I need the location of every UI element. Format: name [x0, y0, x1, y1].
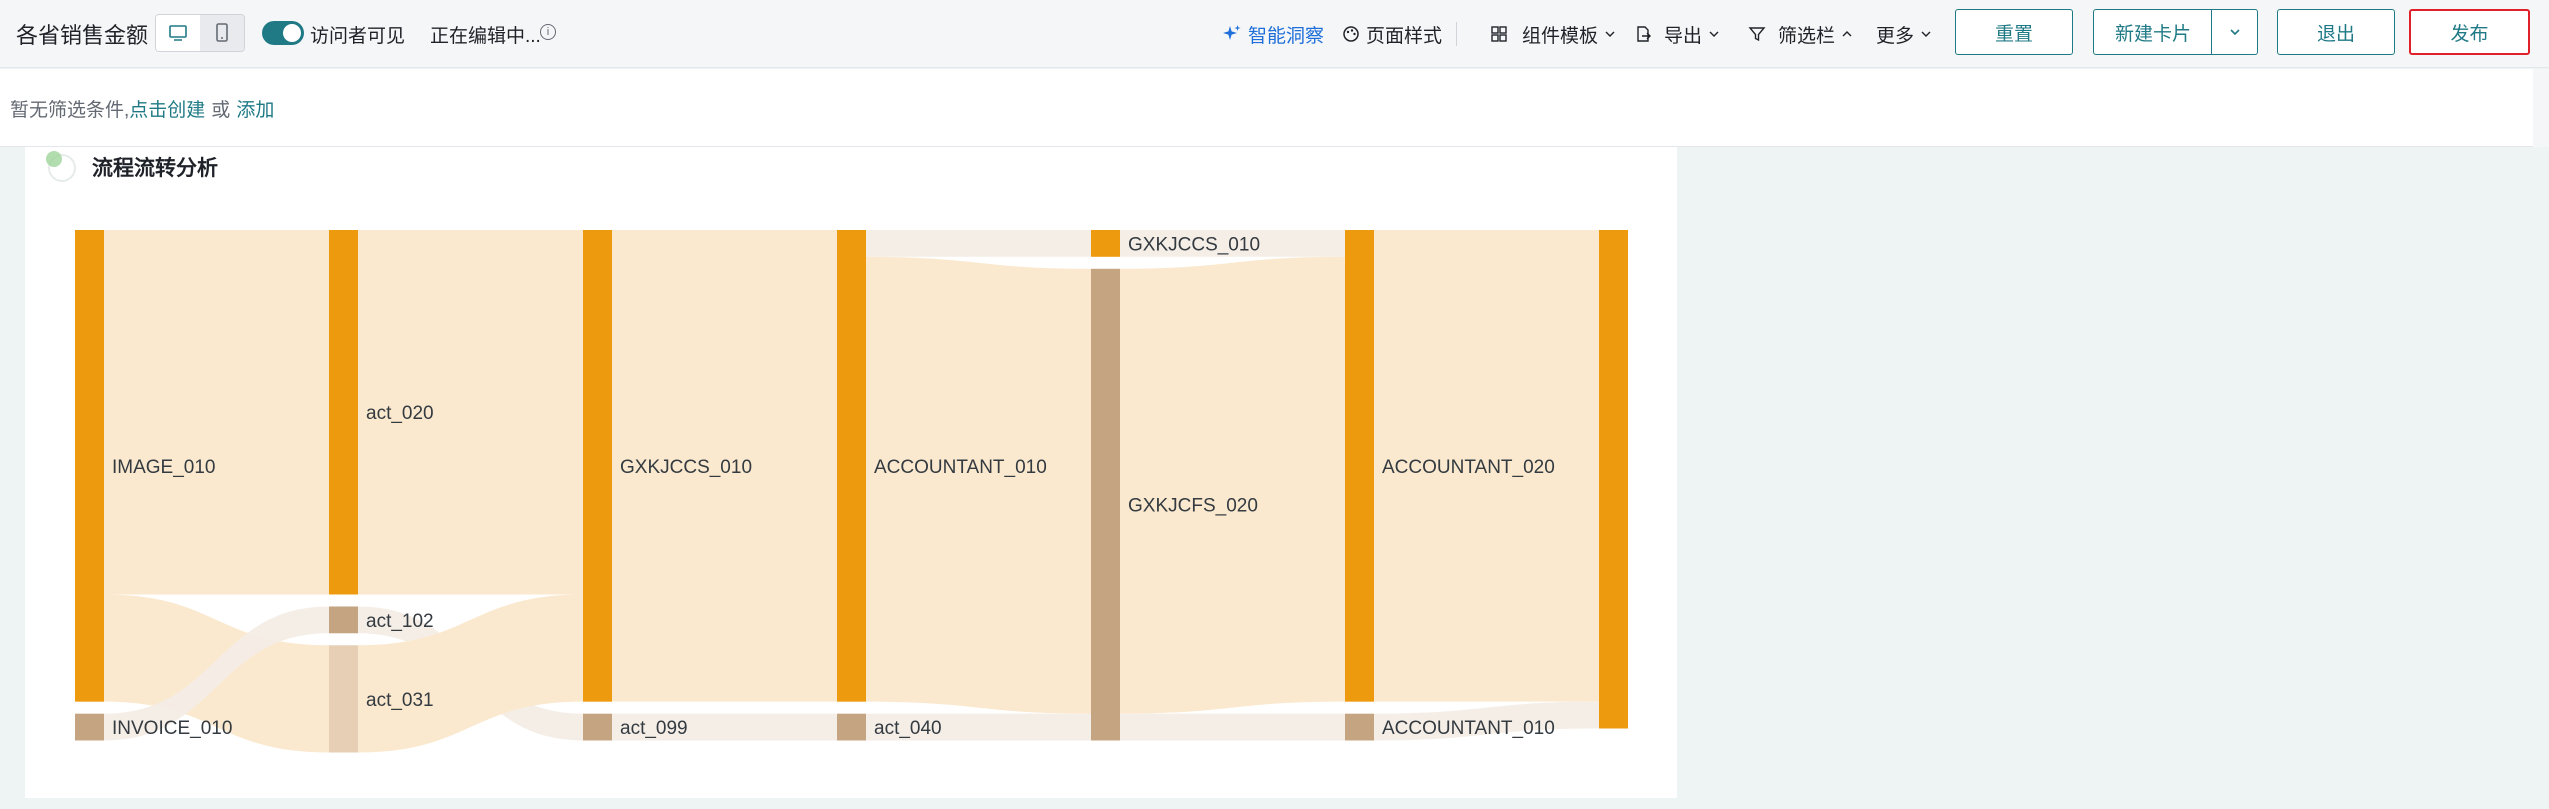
sankey-node[interactable]: [75, 230, 104, 702]
sankey-node-label: act_040: [874, 718, 942, 739]
sankey-node-label: GXKJCCS_010: [620, 457, 752, 478]
sankey-node[interactable]: [837, 713, 866, 741]
sankey-link[interactable]: [1120, 256, 1345, 714]
sankey-link[interactable]: [866, 256, 1091, 714]
sankey-node[interactable]: [837, 230, 866, 702]
sankey-chart: IMAGE_010 INVOICE_010 act_020 act_102 act_03…: [75, 230, 1628, 753]
sankey-node-label: ACCOUNTANT_010: [1382, 718, 1555, 739]
sankey-node[interactable]: [75, 713, 104, 741]
sankey-node[interactable]: [583, 713, 612, 741]
sankey-node[interactable]: [1345, 713, 1374, 741]
sankey-node-label: GXKJCCS_010: [1128, 234, 1260, 255]
sankey-node[interactable]: [1091, 268, 1120, 741]
sankey-node[interactable]: [1345, 230, 1374, 702]
sankey-node-label: ACCOUNTANT_020: [1382, 457, 1555, 478]
sankey-node-label: act_102: [366, 611, 434, 632]
sankey-node-label: INVOICE_010: [112, 718, 232, 739]
sankey-link[interactable]: [866, 230, 1091, 257]
sankey-node[interactable]: [583, 230, 612, 702]
sankey-link[interactable]: [104, 230, 329, 595]
sankey-node-label: GXKJCFS_020: [1128, 496, 1258, 517]
sankey-node-label: ACCOUNTANT_010: [874, 457, 1047, 478]
sankey-link[interactable]: [1120, 713, 1345, 741]
sankey-node[interactable]: [329, 606, 358, 634]
sankey-node[interactable]: [1599, 230, 1628, 729]
sankey-node-label: act_020: [366, 403, 434, 424]
sankey-node[interactable]: [1091, 230, 1120, 257]
sankey-node[interactable]: [329, 645, 358, 753]
sankey-node[interactable]: [329, 230, 358, 595]
sankey-node-label: act_031: [366, 690, 434, 711]
sankey-node-label: IMAGE_010: [112, 457, 216, 478]
sankey-node-label: act_099: [620, 718, 688, 739]
